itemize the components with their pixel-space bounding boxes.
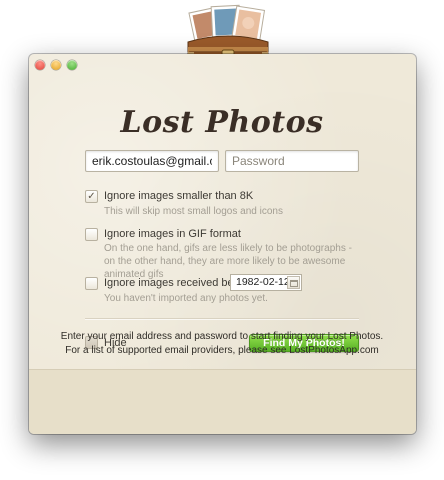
ignore-gif-label: Ignore images in GIF format <box>104 228 241 240</box>
footer-line-2: For a list of supported email providers,… <box>65 345 379 356</box>
traffic-light-close-icon[interactable] <box>35 60 45 70</box>
footer-text: Enter your email address and password to… <box>0 330 444 358</box>
date-picker-field[interactable]: 1982-02-12 <box>230 274 302 291</box>
ignore-gif-checkbox[interactable] <box>85 228 98 241</box>
traffic-light-minimize-icon[interactable] <box>51 60 61 70</box>
import-status-text: You haven't imported any photos yet. <box>104 293 268 304</box>
date-value: 1982-02-12 <box>236 276 290 288</box>
password-field[interactable] <box>225 150 359 172</box>
traffic-light-zoom-icon[interactable] <box>67 60 77 70</box>
calendar-icon[interactable] <box>287 276 300 289</box>
ignore-small-images-description: This will skip most small logos and icon… <box>104 206 283 217</box>
footer-line-1: Enter your email address and password to… <box>60 331 384 342</box>
ignore-before-date-checkbox[interactable] <box>85 277 98 290</box>
app-title: Lost Photos <box>120 105 324 140</box>
ignore-small-images-checkbox[interactable]: ✓ <box>85 190 98 203</box>
section-divider <box>85 318 359 319</box>
email-field[interactable] <box>85 150 219 172</box>
window-controls <box>35 60 77 70</box>
ignore-small-images-label: Ignore images smaller than 8K <box>104 190 254 202</box>
footer-panel <box>29 369 416 434</box>
